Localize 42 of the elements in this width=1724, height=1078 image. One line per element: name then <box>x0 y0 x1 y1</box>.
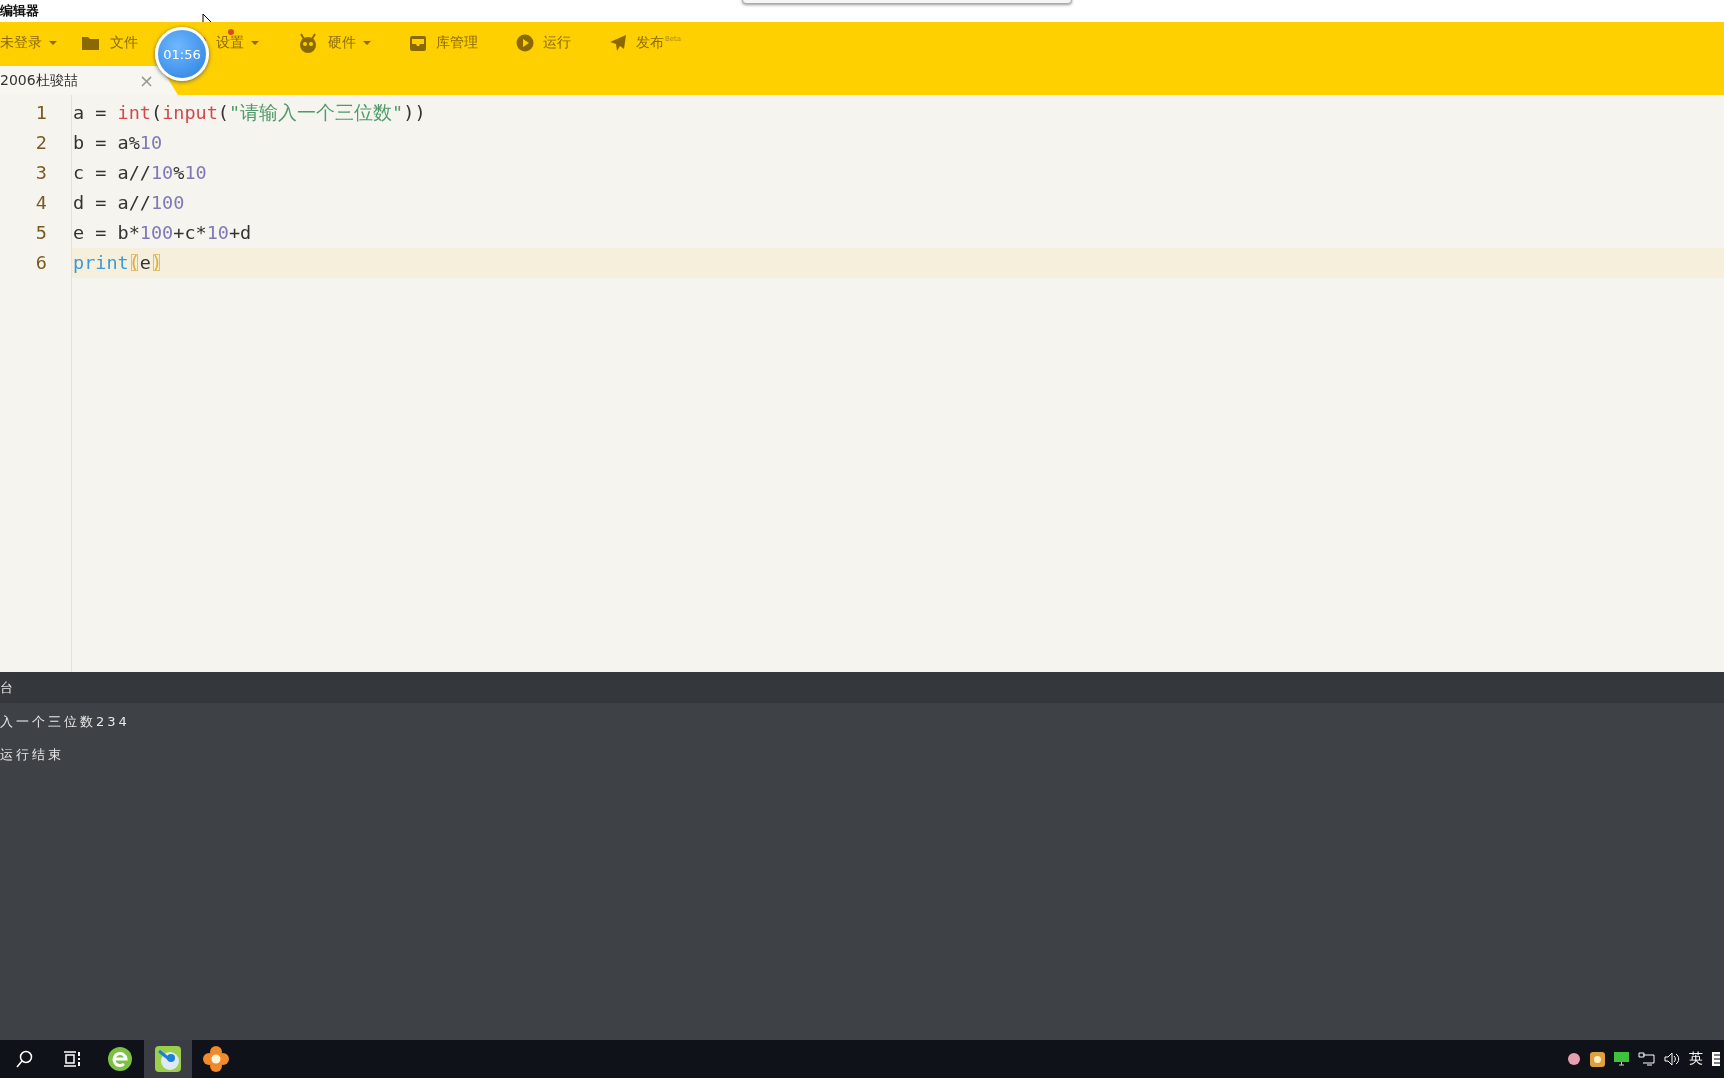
search-icon <box>15 1050 33 1068</box>
line-number: 2 <box>34 131 48 155</box>
line-number: 5 <box>34 221 48 245</box>
line-number: 1 <box>34 101 48 125</box>
play-icon <box>516 34 534 52</box>
robot-icon <box>297 33 319 53</box>
close-icon[interactable]: × <box>138 70 154 91</box>
input-language-indicator[interactable]: 英 <box>1689 1050 1703 1068</box>
folder-icon <box>81 35 101 51</box>
taskbar-app-button[interactable] <box>144 1040 192 1078</box>
toolbar-menu-button[interactable]: 库管理 <box>390 26 497 60</box>
volume-icon[interactable] <box>1664 1052 1680 1066</box>
line-number: 4 <box>34 191 48 215</box>
timer-badge: 01:56 <box>155 27 209 81</box>
network-icon[interactable] <box>1638 1052 1655 1066</box>
line-number: 3 <box>34 161 48 185</box>
notification-dot <box>228 29 234 35</box>
window-title: 编辑器 <box>0 2 39 20</box>
flower-app-icon <box>203 1046 229 1072</box>
keyboard-icon[interactable] <box>1712 1052 1720 1066</box>
console-title: 台 <box>0 678 13 697</box>
task-view-icon <box>63 1051 81 1067</box>
flower-tray-icon[interactable] <box>1567 1052 1581 1066</box>
code-line: c = a//10%10 <box>72 161 208 185</box>
code-line: a = int(input("请输入一个三位数")) <box>72 101 427 125</box>
monitor-icon[interactable] <box>1614 1052 1629 1066</box>
code-line: e = b*100+c*10+d <box>72 221 253 245</box>
send-icon <box>609 34 627 52</box>
console-output: 入一个三位数234 <box>0 714 130 729</box>
app-tray-icon[interactable] <box>1590 1051 1605 1067</box>
code-line: b = a%10 <box>72 131 164 155</box>
browser-icon <box>107 1046 133 1072</box>
toolbar-menu-button[interactable]: 硬件 <box>278 26 390 60</box>
file-tab[interactable]: 2006杜骏喆 × <box>0 66 178 95</box>
toolbar-menu-button[interactable]: 未登录 <box>0 26 69 60</box>
toolbar-menu-button[interactable]: 文件 <box>69 26 150 60</box>
console-output: 运行结束 <box>0 747 64 762</box>
toolbar-menu-button[interactable]: 运行 <box>497 26 590 60</box>
inbox-icon <box>409 34 427 52</box>
line-number: 6 <box>34 251 48 275</box>
code-line: d = a//100 <box>72 191 186 215</box>
globe-app-icon <box>155 1046 181 1072</box>
